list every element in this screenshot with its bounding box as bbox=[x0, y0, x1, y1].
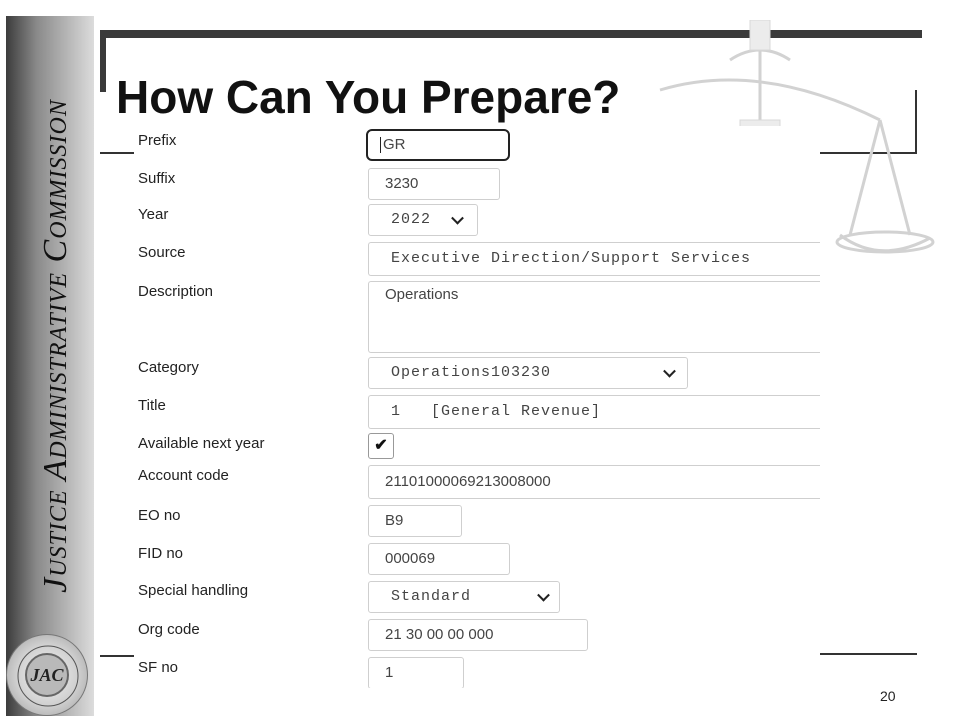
fid-no-label: FID no bbox=[138, 545, 184, 562]
org-code-input[interactable]: 21 30 00 00 000 bbox=[368, 619, 588, 651]
prefix-label: Prefix bbox=[138, 132, 177, 149]
account-code-form: Prefix GR Suffix 3230 Year 2022 Source E… bbox=[134, 126, 820, 688]
title-label: Title bbox=[138, 397, 166, 414]
organization-name: Justice Administrative Commission bbox=[37, 99, 74, 593]
page-number: 20 bbox=[880, 688, 896, 704]
description-textarea[interactable]: Operations bbox=[368, 281, 820, 353]
available-next-year-checkbox[interactable]: ✔ bbox=[368, 433, 394, 459]
chevron-down-icon bbox=[537, 588, 550, 602]
account-code-label: Account code bbox=[138, 467, 229, 484]
frame-left-divider bbox=[100, 152, 134, 154]
title-select[interactable]: 1 [General Revenue] bbox=[368, 395, 820, 429]
account-code-input[interactable]: 21101000069213008000 bbox=[368, 465, 820, 499]
eo-no-input[interactable]: B9 bbox=[368, 505, 462, 537]
suffix-input[interactable]: 3230 bbox=[368, 168, 500, 200]
fid-no-input[interactable]: 000069 bbox=[368, 543, 510, 575]
frame-left-bar bbox=[100, 30, 106, 92]
year-label: Year bbox=[138, 206, 169, 223]
special-handling-select[interactable]: Standard bbox=[368, 581, 560, 613]
sidebar-banner: Justice Administrative Commission bbox=[6, 16, 94, 716]
frame-bottom-left-divider bbox=[100, 655, 134, 657]
prefix-input[interactable]: GR bbox=[366, 129, 510, 161]
sf-no-label: SF no bbox=[138, 659, 179, 676]
available-next-year-label: Available next year bbox=[138, 435, 265, 452]
category-select[interactable]: Operations103230 bbox=[368, 357, 688, 389]
org-code-label: Org code bbox=[138, 621, 200, 638]
text-cursor bbox=[380, 137, 381, 154]
frame-bottom-right-divider bbox=[820, 653, 917, 655]
chevron-down-icon bbox=[451, 211, 464, 225]
year-select[interactable]: 2022 bbox=[368, 204, 478, 236]
suffix-label: Suffix bbox=[138, 170, 176, 187]
seal-monogram: JAC bbox=[25, 653, 69, 697]
description-label: Description bbox=[138, 283, 214, 300]
eo-no-label: EO no bbox=[138, 507, 181, 524]
category-label: Category bbox=[138, 359, 199, 376]
chevron-down-icon bbox=[663, 364, 676, 378]
sf-no-input[interactable]: 1 bbox=[368, 657, 464, 688]
source-select[interactable]: Executive Direction/Support Services bbox=[368, 242, 820, 276]
commission-seal-logo: JAC bbox=[6, 634, 88, 716]
slide: Justice Administrative Commission JAC Ho… bbox=[0, 0, 964, 721]
special-handling-label: Special handling bbox=[138, 582, 249, 599]
slide-title: How Can You Prepare? bbox=[116, 71, 621, 123]
source-label: Source bbox=[138, 244, 186, 261]
